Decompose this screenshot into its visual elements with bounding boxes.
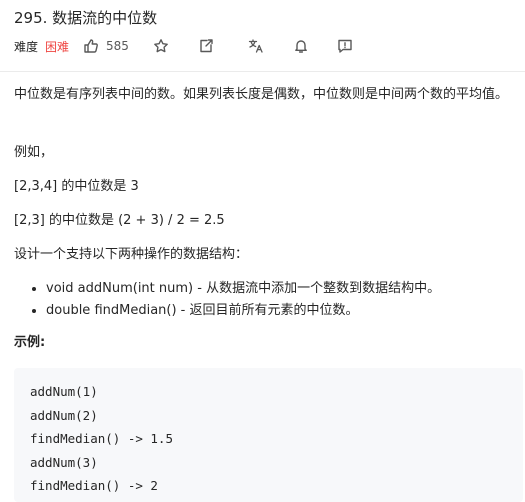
example-intro: 例如， (14, 145, 54, 160)
like-button[interactable]: 585 (82, 37, 129, 55)
list-item: double findMedian() - 返回目前所有元素的中位数。 (46, 300, 440, 322)
example-code-block: addNum(1) addNum(2) findMedian() -> 1.5 … (14, 368, 523, 502)
difficulty-label: 难度 (14, 39, 39, 54)
feedback-icon[interactable] (336, 37, 354, 55)
design-prompt: 设计一个支持以下两种操作的数据结构： (14, 247, 249, 262)
code-line: addNum(2) (30, 407, 98, 423)
problem-toolbar: 难度 困难 585 (14, 35, 354, 57)
difficulty-badge: 困难 (45, 39, 70, 54)
code-line: findMedian() -> 2 (30, 478, 158, 493)
share-icon[interactable] (197, 37, 215, 55)
list-item: void addNum(int num) - 从数据流中添加一个整数到数据结构中… (46, 278, 440, 300)
example-heading: 示例: (14, 335, 46, 350)
like-count: 585 (106, 39, 129, 53)
example-even: [2,3] 的中位数是 (2 + 3) / 2 = 2.5 (14, 213, 225, 228)
star-icon[interactable] (152, 37, 170, 55)
bell-icon[interactable] (292, 37, 310, 55)
example-odd: [2,3,4] 的中位数是 3 (14, 179, 139, 194)
operations-list: void addNum(int num) - 从数据流中添加一个整数到数据结构中… (46, 278, 440, 322)
translate-icon[interactable] (247, 37, 265, 55)
code-line: findMedian() -> 1.5 (30, 431, 173, 446)
description-paragraph: 中位数是有序列表中间的数。如果列表长度是偶数，中位数则是中间两个数的平均值。 (14, 87, 509, 102)
code-line: addNum(1) (30, 384, 98, 399)
thumbs-up-icon (82, 37, 100, 55)
divider (0, 71, 525, 72)
problem-title: 295. 数据流的中位数 (14, 9, 158, 27)
code-line: addNum(3) (30, 454, 98, 470)
